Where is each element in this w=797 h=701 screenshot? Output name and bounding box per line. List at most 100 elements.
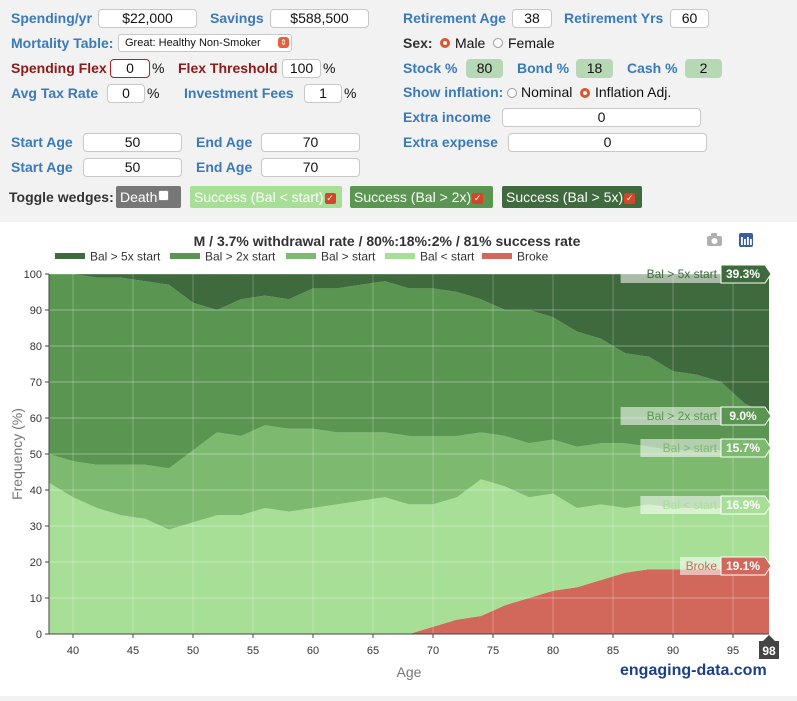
x-tick-label: 90 [667,645,679,657]
bond-label: Bond % [517,60,570,76]
sex-female-label: Female [508,35,555,51]
end-label-value: 19.1% [726,559,760,573]
start-age-label-1: Start Age [11,134,73,150]
flex-threshold-label: Flex Threshold [178,60,278,76]
retirement-age-input[interactable]: 38 [512,9,552,28]
series-end-label: 19.1% Broke [680,556,772,576]
checkbox-icon [158,190,170,201]
end-label-value: 16.9% [726,498,760,512]
x-tick-label: 50 [187,645,199,657]
end-label-name: Bal > 2x start [647,409,718,423]
start-age-input-2[interactable]: 50 [83,158,182,177]
end-label-value: 9.0% [729,409,757,423]
flex-threshold-input[interactable]: 100 [282,59,321,78]
toggle-wedges-label: Toggle wedges: [9,189,114,205]
y-tick-label: 40 [30,485,42,497]
sex-label: Sex: [403,35,433,51]
end-label-name: Bal > 5x start [647,267,718,281]
flex-threshold-percent: % [323,60,336,76]
stock-label: Stock % [403,60,458,76]
checkbox-checked-icon: ✓ [324,193,336,204]
plotly-logo-icon [739,233,753,247]
sex-male-radio[interactable] [440,38,450,48]
spending-flex-input[interactable]: 0 [110,59,150,78]
y-axis-title: Frequency (%) [9,408,25,500]
y-tick-label: 50 [30,449,42,461]
x-tick-label: 65 [367,645,379,657]
end-label-name: Bal > start [663,441,718,455]
y-tick-label: 70 [30,377,42,389]
tax-rate-input[interactable]: 0 [107,84,145,103]
end-age-input-2[interactable]: 70 [261,158,360,177]
y-tick-label: 10 [30,593,42,605]
wedge-success-5x-toggle[interactable]: Success (Bal > 5x) ✓ [502,186,642,208]
wedge-death-toggle[interactable]: Death [116,186,181,208]
legend-swatch-0 [55,253,85,259]
legend-swatch-4 [482,253,512,259]
x-tick-label: 45 [127,645,139,657]
extra-expense-label: Extra expense [403,134,498,150]
sex-female-radio[interactable] [493,38,503,48]
spending-label: Spending/yr [11,10,92,26]
logo-bar [744,239,746,245]
start-age-label-2: Start Age [11,159,73,175]
inflation-adj-label: Inflation Adj. [595,84,672,100]
inflation-nominal-radio[interactable] [507,88,517,98]
end-age-label-1: End Age [196,134,253,150]
spending-flex-label: Spending Flex [11,60,107,76]
x-end-badge-label: 98 [762,644,776,658]
y-tick-label: 20 [30,557,42,569]
investment-fees-percent: % [344,85,357,101]
x-axis-title: Age [397,664,422,680]
camera-icon [707,233,722,246]
y-tick-label: 30 [30,521,42,533]
logo-bar [750,239,752,245]
chart-panel: M / 3.7% withdrawal rate / 80%:18%:2% / … [0,222,797,696]
investment-fees-input[interactable]: 1 [304,84,342,103]
y-tick-label: 60 [30,413,42,425]
x-tick-label: 60 [307,645,319,657]
legend-label-3: Bal < start [420,250,475,264]
mortality-select[interactable]: Great: Healthy Non-Smoker ⇕ [118,34,292,52]
mortality-label: Mortality Table: [11,35,114,51]
checkbox-checked-icon: ✓ [624,193,636,204]
bond-input[interactable]: 18 [576,59,613,78]
x-tick-label: 70 [427,645,439,657]
wedge-success-start-toggle[interactable]: Success (Bal < start) ✓ [190,186,342,208]
extra-expense-input[interactable]: 0 [508,133,707,152]
tax-rate-percent: % [147,85,160,101]
savings-input[interactable]: $588,500 [270,9,369,28]
brand-watermark: engaging-data.com [620,662,767,679]
legend-label-1: Bal > 2x start [205,250,276,264]
extra-income-input[interactable]: 0 [502,108,701,127]
y-tick-label: 80 [30,341,42,353]
legend-swatch-3 [385,253,415,259]
stock-input[interactable]: 80 [466,59,503,78]
y-tick-label: 100 [24,269,42,281]
x-tick-label: 85 [607,645,619,657]
x-tick-label: 55 [247,645,259,657]
x-tick-label: 95 [727,645,739,657]
end-label-value: 39.3% [726,267,760,281]
end-label-name: Broke [686,559,718,573]
retirement-age-label: Retirement Age [403,10,506,26]
camera-top [711,233,717,237]
x-tick-label: 40 [67,645,79,657]
retirement-yrs-input[interactable]: 60 [670,9,709,28]
savings-label: Savings [210,10,264,26]
wedge-success-2x-toggle[interactable]: Success (Bal > 2x) ✓ [350,186,493,208]
inflation-adj-radio[interactable] [580,88,590,98]
logo-bar [741,237,743,245]
wedge-death-label: Death [120,189,158,205]
chart-title: M / 3.7% withdrawal rate / 80%:18%:2% / … [194,233,581,249]
mortality-select-value: Great: Healthy Non-Smoker [125,37,261,49]
end-label-value: 15.7% [726,441,760,455]
cash-input[interactable]: 2 [685,59,722,78]
legend-label-2: Bal > start [321,250,376,264]
start-age-input-1[interactable]: 50 [83,133,182,152]
x-tick-label: 80 [547,645,559,657]
end-age-input-1[interactable]: 70 [261,133,360,152]
spending-input[interactable]: $22,000 [98,9,197,28]
x-end-badge-arrow [763,635,775,641]
investment-fees-label: Investment Fees [184,85,294,101]
